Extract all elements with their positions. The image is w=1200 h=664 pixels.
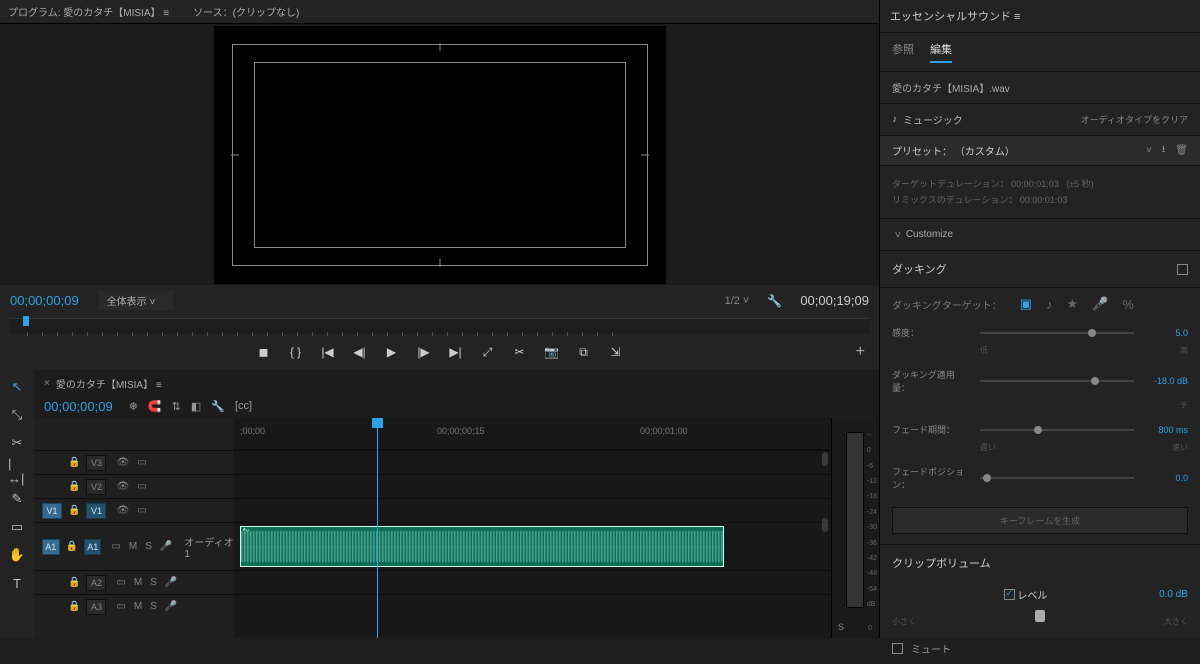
go-to-in-button[interactable]: |◀ [320, 344, 336, 360]
settings2-icon[interactable]: ◧ [191, 400, 201, 413]
wrench2-icon[interactable]: 🔧 [211, 400, 225, 413]
target-ambience-icon[interactable]: 🎤 [1092, 296, 1108, 312]
source-label: ソース：(クリップなし) [193, 4, 299, 19]
selection-tool[interactable]: ↖ [8, 378, 26, 396]
trash-icon[interactable]: 🗑 [1175, 145, 1188, 156]
resolution-select[interactable]: 1/2 ˅ [725, 295, 750, 307]
play-button[interactable]: ▶ [384, 344, 400, 360]
type-tool[interactable]: T [8, 574, 26, 592]
export-frame-button[interactable]: 📷 [544, 344, 560, 360]
mark-in-button[interactable]: ◼ [256, 344, 272, 360]
track-select-tool[interactable]: ⤡ [8, 406, 26, 424]
playhead-icon[interactable] [23, 316, 29, 326]
record-button[interactable]: ○ [868, 622, 873, 632]
program-title: プログラム: 愛のカタチ【MISIA】 ≡ [8, 4, 169, 19]
track-v2[interactable]: 🔒V2👁▭ [34, 474, 234, 498]
fade-pos-slider[interactable] [980, 477, 1134, 479]
tool-column: ↖ ⤡ ✂ |↔| ✎ ▭ ✋ T [0, 370, 34, 638]
safe-margin-button[interactable]: ⇲ [608, 344, 624, 360]
cc-icon[interactable]: [cc] [235, 400, 252, 413]
marker-icon[interactable]: ⇅ [172, 400, 181, 413]
target-music-icon[interactable]: ♪ [1046, 297, 1053, 312]
target-sfx-icon[interactable]: ★ [1067, 296, 1079, 312]
file-name: 愛のカタチ【MISIA】.wav [880, 72, 1200, 104]
extract-button[interactable]: ✂ [512, 344, 528, 360]
track-a2[interactable]: 🔒A2▭MS🎤 [34, 570, 234, 594]
current-timecode[interactable]: 00;00;00;09 [10, 293, 79, 308]
generate-keyframes-button[interactable]: キーフレームを生成 [892, 507, 1188, 534]
solo-button[interactable]: S [838, 622, 844, 632]
tab-browse[interactable]: 参照 [892, 41, 914, 63]
step-fwd-button[interactable]: |▶ [416, 344, 432, 360]
music-icon: ♪ [892, 114, 897, 125]
track-headers: 🔒V3👁▭ 🔒V2👁▭ V1🔒V1👁▭ A1🔒A1▭MS🎤オーディオ 1 🔒A2… [34, 418, 234, 638]
clip-volume-label: クリップボリューム [880, 544, 1200, 581]
duration-timecode: 00;00;19;09 [800, 293, 869, 308]
tab-edit[interactable]: 編集 [930, 41, 952, 63]
program-panel: プログラム: 愛のカタチ【MISIA】 ≡ ソース：(クリップなし) 00;00… [0, 0, 879, 370]
level-checkbox[interactable] [1004, 589, 1015, 600]
hand-tool[interactable]: ✋ [8, 546, 26, 564]
snap-icon[interactable]: ❄ [129, 400, 138, 413]
step-back-button[interactable]: ◀| [352, 344, 368, 360]
timeline-panel: ↖ ⤡ ✂ |↔| ✎ ▭ ✋ T 愛のカタチ【MISIA】 ≡ 00;00;0… [0, 370, 879, 638]
duck-amount-slider[interactable] [980, 380, 1134, 382]
track-v3[interactable]: 🔒V3👁▭ [34, 450, 234, 474]
track-v1[interactable]: V1🔒V1👁▭ [34, 498, 234, 522]
lift-button[interactable]: ⤢ [480, 344, 496, 360]
clear-audio-type[interactable]: オーディオタイプをクリア [1081, 113, 1188, 126]
panel-title: エッセンシャルサウンド ≡ [880, 0, 1200, 33]
sensitivity-slider[interactable] [980, 332, 1134, 334]
zoom-select[interactable]: 全体表示 ˅ [99, 291, 174, 310]
track-a1[interactable]: A1🔒A1▭MS🎤オーディオ 1 [34, 522, 234, 570]
target-unassigned-icon[interactable]: % [1122, 297, 1134, 312]
go-to-out-button[interactable]: ▶| [448, 344, 464, 360]
download-icon[interactable]: ⭳ [1162, 142, 1166, 159]
essential-sound-panel: エッセンシャルサウンド ≡ 参照 編集 愛のカタチ【MISIA】.wav ♪ ミ… [880, 0, 1200, 638]
mute-checkbox[interactable] [892, 643, 903, 654]
level-value[interactable]: 0.0 dB [1159, 589, 1188, 600]
linked-icon[interactable]: 🧲 [148, 400, 162, 413]
timeline-timecode[interactable]: 00;00;00;09 [44, 399, 113, 414]
audio-clip[interactable]: fx [240, 526, 724, 567]
timeline-playhead[interactable] [377, 418, 378, 638]
track-a3[interactable]: 🔒A3▭MS🎤 [34, 594, 234, 618]
ducking-checkbox[interactable] [1177, 264, 1188, 275]
pen-tool[interactable]: ✎ [8, 490, 26, 508]
scroll-thumb[interactable] [822, 452, 828, 466]
compare-button[interactable]: ⧉ [576, 344, 592, 360]
program-scrubber[interactable] [10, 318, 869, 334]
audio-type-label: ミュージック [903, 112, 963, 127]
scroll-thumb-2[interactable] [822, 518, 828, 532]
audio-meter: --0-6-12-18-24-30-36-42-48-54dB S○ [831, 418, 879, 638]
chevron-down-icon: ˅ [1146, 145, 1152, 156]
transport-bar: ◼ { } |◀ ◀| ▶ |▶ ▶| ⤢ ✂ 📷 ⧉ ⇲ + [0, 338, 879, 370]
slip-tool[interactable]: |↔| [8, 462, 26, 480]
rectangle-tool[interactable]: ▭ [8, 518, 26, 536]
ducking-label: ダッキング [892, 261, 947, 277]
customize-toggle[interactable]: Customize [880, 219, 1200, 251]
settings-icon[interactable]: 🔧 [767, 294, 782, 308]
time-ruler[interactable]: ;00;00 00;00;00;15 00;00;01;00 [234, 418, 831, 450]
preset-select[interactable]: プリセット： （カスタム） ˅ ⭳ 🗑 [880, 136, 1200, 166]
button-editor-icon[interactable]: + [856, 343, 865, 361]
sequence-tab[interactable]: 愛のカタチ【MISIA】 ≡ [34, 370, 879, 395]
program-preview[interactable] [214, 26, 666, 284]
target-dialogue-icon[interactable]: ▣ [1020, 296, 1032, 312]
mark-out-button[interactable]: { } [288, 344, 304, 360]
razor-tool[interactable]: ✂ [8, 434, 26, 452]
track-area[interactable]: ;00;00 00;00;00;15 00;00;01;00 fx [234, 418, 831, 638]
fade-slider[interactable] [980, 429, 1134, 431]
